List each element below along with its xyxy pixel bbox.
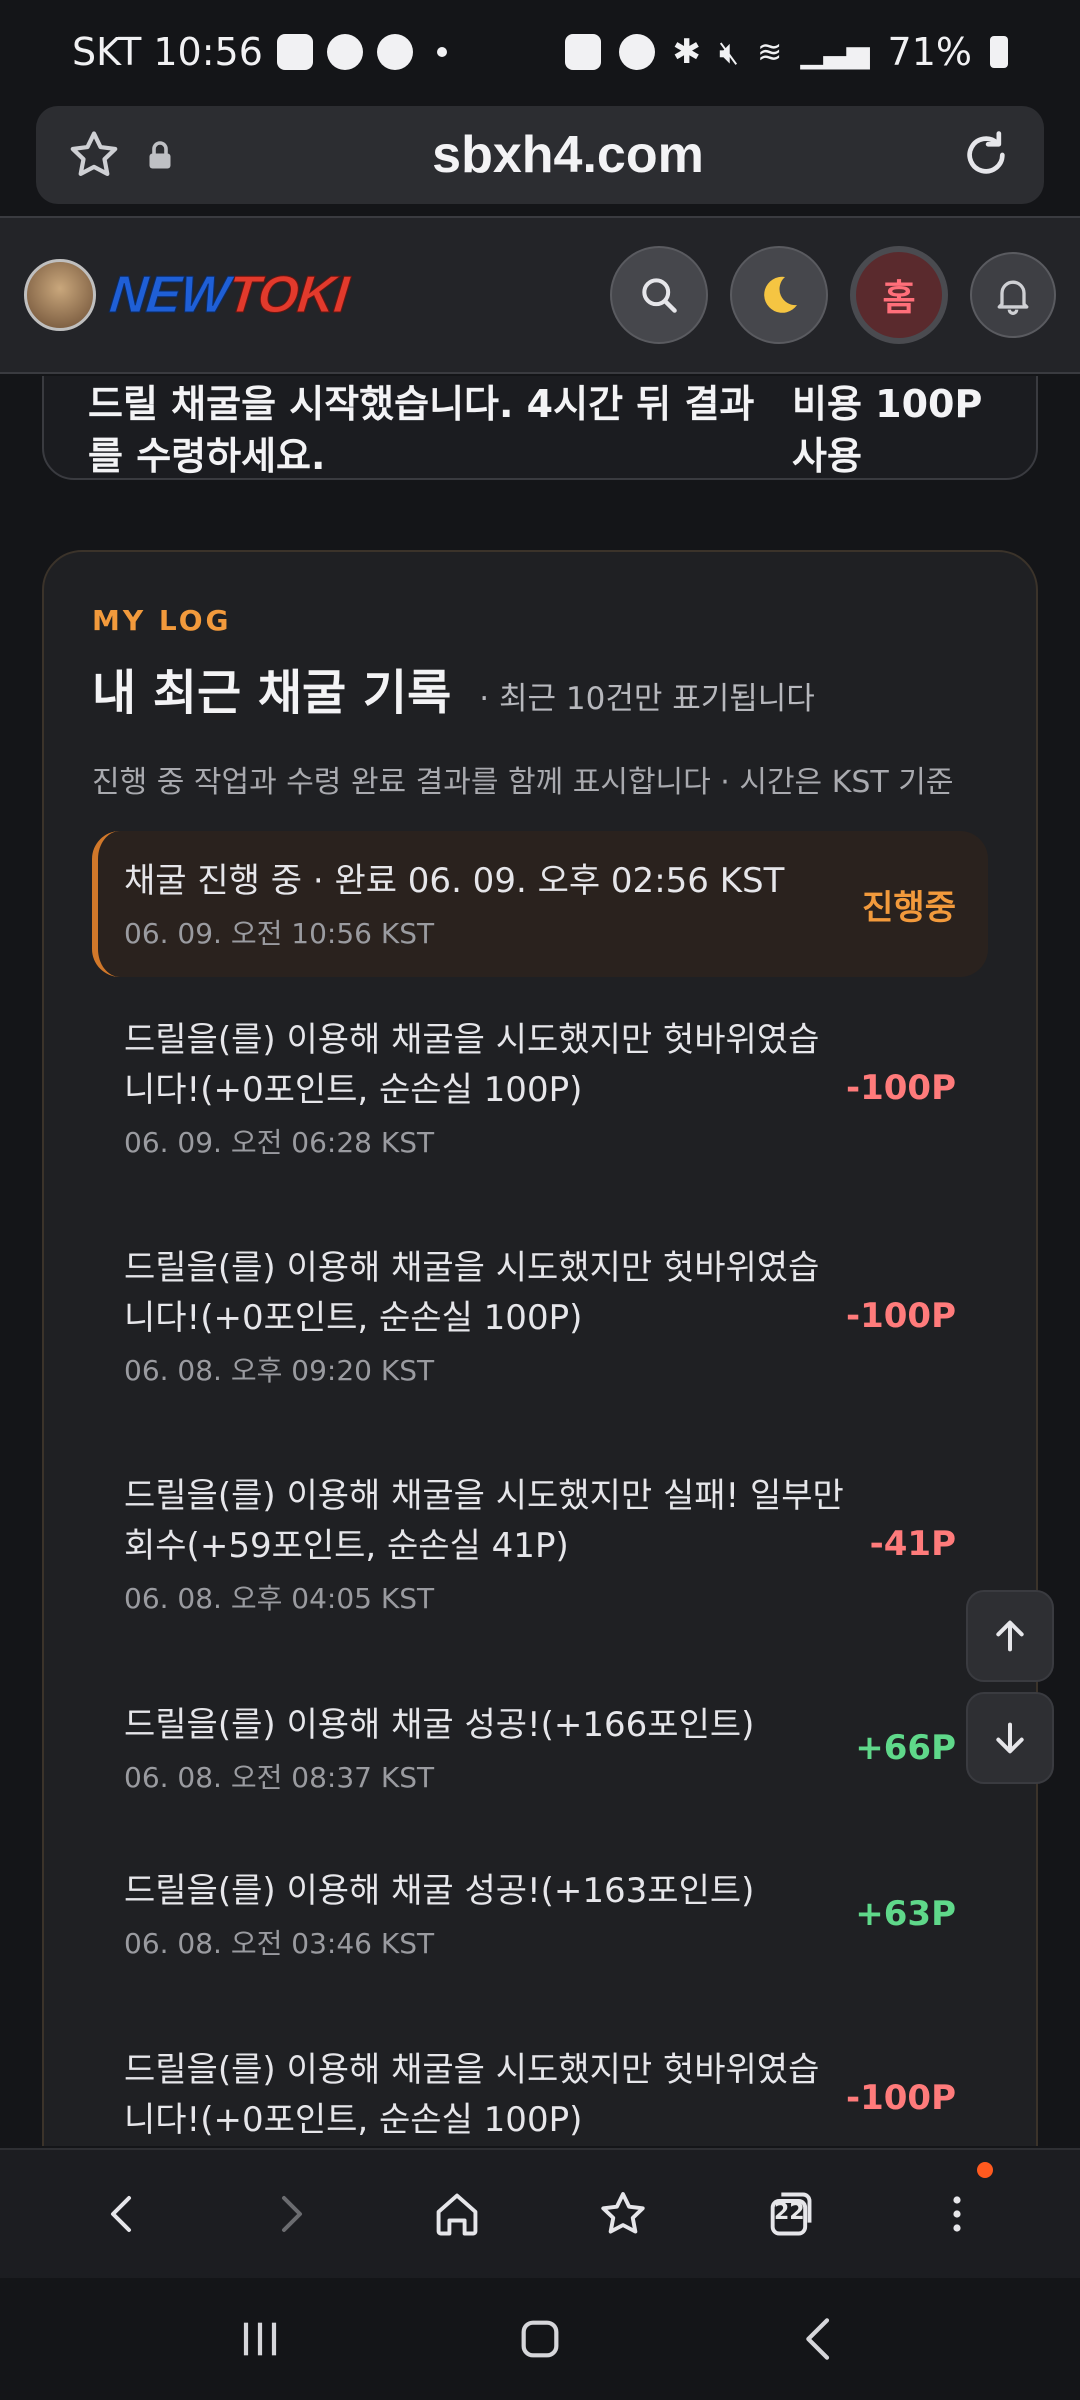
entry-text: 드릴을(를) 이용해 채굴을 시도했지만 헛바위였습니다!(+0포인트, 순손실… [124, 1020, 820, 1110]
logo-part-new: NEW [106, 266, 232, 325]
entry-time: 06. 08. 오후 04:05 KST [124, 1582, 435, 1615]
system-navigation [0, 2278, 1080, 2400]
entry-time: 06. 09. 오전 10:56 KST [124, 917, 435, 950]
mute-icon: 🔇︎ [719, 32, 740, 71]
system-back-icon[interactable] [792, 2311, 848, 2367]
tabs-button[interactable]: 22 [750, 2174, 830, 2254]
home-icon [436, 2193, 478, 2236]
entry-time: 06. 09. 오전 06:28 KST [124, 1126, 435, 1159]
home-nav-button[interactable] [417, 2174, 497, 2254]
entry-time: 06. 08. 오전 03:46 KST [124, 1927, 435, 1960]
signal-icon: ▁▃▅ [800, 34, 870, 70]
page-content[interactable]: 드릴 채굴을 시작했습니다. 4시간 뒤 결과를 수령하세요. 비용 100P … [0, 376, 1080, 2146]
entry-text: 채굴 진행 중 · 완료 06. 09. 오후 02:56 KST [124, 861, 785, 901]
list-item: 드릴을(를) 이용해 채굴을 시도했지만 헛바위였습니다!(+0포인트, 순손실… [92, 2021, 988, 2146]
mining-log-card: MY LOG 내 최근 채굴 기록 · 최근 10건만 표기됩니다 진행 중 작… [42, 550, 1038, 2146]
entry-amount: -100P [845, 1296, 956, 1336]
mining-status-message: 드릴 채굴을 시작했습니다. 4시간 뒤 결과를 수령하세요. [88, 382, 755, 478]
entry-text: 드릴을(를) 이용해 채굴을 시도했지만 실패! 일부만 회수(+59포인트, … [124, 1476, 844, 1566]
mining-cost: 비용 100P 사용 [792, 382, 983, 478]
recent-apps-icon[interactable] [232, 2311, 288, 2367]
list-item: 드릴을(를) 이용해 채굴 성공!(+163포인트) 06. 08. 오전 03… [92, 1841, 988, 1987]
log-title: 내 최근 채굴 기록 [92, 665, 452, 721]
back-icon [111, 2196, 132, 2232]
arrow-up-icon [996, 1620, 1024, 1652]
list-item: 드릴을(를) 이용해 채굴 성공!(+166포인트) 06. 08. 오전 08… [92, 1675, 988, 1821]
home-button-label: 홈 [882, 278, 916, 319]
notification-icon [276, 34, 313, 70]
url-text[interactable]: sbxh4.com [178, 125, 958, 185]
menu-button[interactable] [917, 2162, 997, 2254]
log-title-note: · 최근 10건만 표기됩니다 [479, 681, 815, 717]
menu-icon [953, 2196, 961, 2232]
site-header: NEWTOKI 홈 [0, 216, 1080, 374]
bell-icon [997, 280, 1029, 315]
site-logo[interactable]: NEWTOKI [106, 265, 351, 325]
status-bar: SKT 10:56 ✱ 🔇︎ ≋ ▁▃▅ 71% [0, 0, 1080, 104]
search-button[interactable] [610, 246, 708, 344]
mining-status-card: 드릴 채굴을 시작했습니다. 4시간 뒤 결과를 수령하세요. 비용 100P … [42, 376, 1038, 480]
entry-amount: -41P [869, 1524, 956, 1564]
log-eyebrow: MY LOG [92, 604, 232, 637]
entry-status: 진행중 [862, 887, 956, 928]
reload-icon[interactable] [958, 127, 1014, 183]
more-notifications-icon [436, 47, 447, 57]
entry-amount: -100P [845, 2078, 956, 2118]
entry-text: 드릴을(를) 이용해 채굴 성공!(+166포인트) [124, 1705, 755, 1745]
list-item: 드릴을(를) 이용해 채굴을 시도했지만 실패! 일부만 회수(+59포인트, … [92, 1447, 988, 1641]
wifi-icon: ≋ [757, 34, 783, 70]
address-bar[interactable]: sbxh4.com [36, 106, 1044, 204]
logo-part-toki: TOKI [225, 266, 351, 325]
log-list: 채굴 진행 중 · 완료 06. 09. 오후 02:56 KST 06. 09… [92, 831, 988, 2146]
menu-notification-badge [976, 2162, 993, 2178]
entry-amount: +63P [855, 1894, 956, 1934]
forward-button[interactable] [250, 2174, 330, 2254]
notifications-button[interactable] [970, 252, 1056, 338]
entry-time: 06. 08. 오전 08:37 KST [124, 1761, 435, 1794]
entry-amount: -100P [845, 1068, 956, 1108]
bookmarks-icon [601, 2192, 645, 2234]
list-item: 드릴을(를) 이용해 채굴을 시도했지만 헛바위였습니다!(+0포인트, 순손실… [92, 991, 988, 1185]
entry-time: 06. 08. 오후 09:20 KST [124, 1354, 435, 1387]
list-item: 채굴 진행 중 · 완료 06. 09. 오후 02:56 KST 06. 09… [92, 831, 988, 977]
chat-icon [326, 34, 363, 70]
log-description: 진행 중 작업과 수령 완료 결과를 함께 표시합니다 · 시간은 KST 기준 [92, 765, 954, 800]
scroll-top-button[interactable] [966, 1590, 1054, 1682]
entry-amount: +66P [855, 1728, 956, 1768]
arrow-down-icon [996, 1722, 1024, 1754]
list-item: 드릴을(를) 이용해 채굴을 시도했지만 헛바위였습니다!(+0포인트, 순손실… [92, 1219, 988, 1413]
status-carrier-time: SKT 10:56 [72, 30, 263, 74]
entry-text: 드릴을(를) 이용해 채굴 성공!(+163포인트) [124, 1871, 755, 1911]
chat-icon-2 [376, 34, 413, 70]
star-icon[interactable] [66, 127, 122, 183]
bookmarks-button[interactable] [583, 2174, 663, 2254]
search-icon [642, 278, 677, 313]
dark-mode-toggle[interactable] [730, 246, 828, 344]
back-button[interactable] [83, 2174, 163, 2254]
forward-icon [281, 2196, 302, 2232]
browser-toolbar: 22 [0, 2148, 1080, 2278]
sim-icon [564, 34, 601, 70]
bluetooth-icon: ✱ [672, 32, 702, 72]
entry-text: 드릴을(를) 이용해 채굴을 시도했지만 헛바위였습니다!(+0포인트, 순손실… [124, 1248, 820, 1338]
battery-icon [990, 36, 1008, 68]
tabs-count: 22 [773, 2200, 805, 2225]
lock-icon [149, 141, 171, 169]
home-button[interactable]: 홈 [850, 246, 948, 344]
battery-percent: 71% [887, 30, 972, 74]
site-avatar[interactable] [24, 259, 96, 331]
alarm-icon [618, 34, 655, 70]
scroll-bottom-button[interactable] [966, 1692, 1054, 1784]
entry-text: 드릴을(를) 이용해 채굴을 시도했지만 헛바위였습니다!(+0포인트, 순손실… [124, 2050, 820, 2140]
system-home-icon[interactable] [512, 2311, 568, 2367]
moon-icon [764, 276, 797, 313]
